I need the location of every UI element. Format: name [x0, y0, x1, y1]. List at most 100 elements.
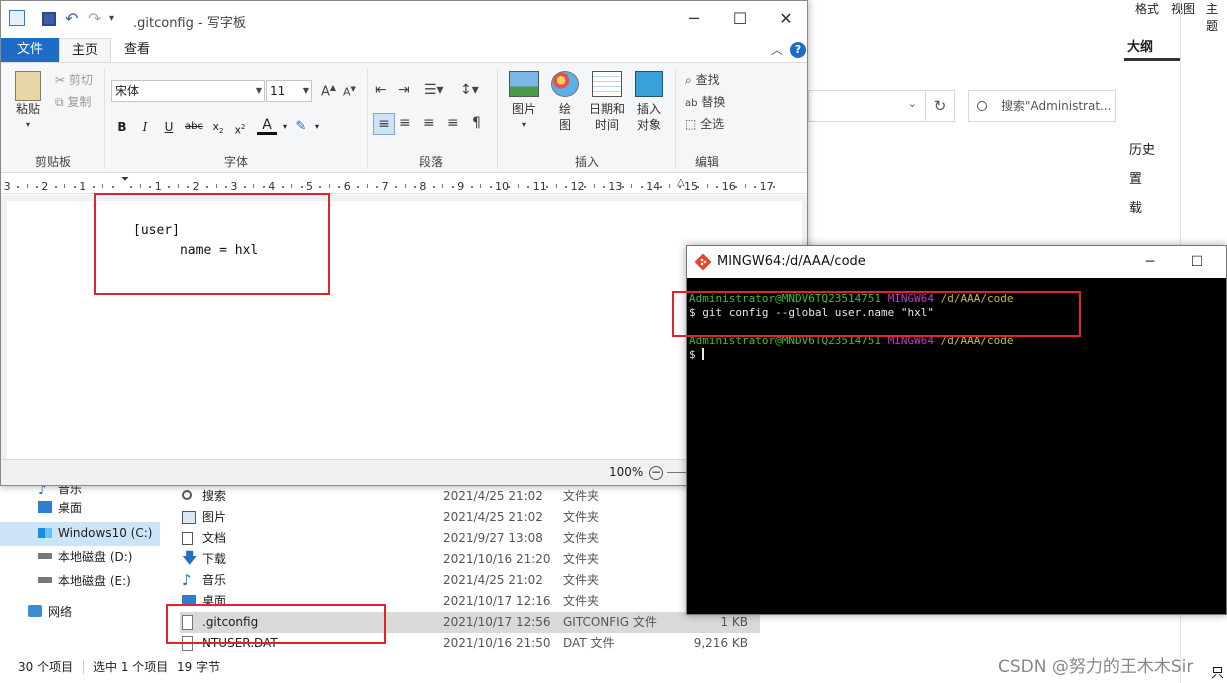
file-row[interactable]: 🡇 下载 2021/10/16 21:20 文件夹 — [180, 549, 760, 570]
line-spacing-icon[interactable]: ↕▾ — [460, 82, 479, 98]
chevron-down-icon[interactable]: ▾ — [307, 117, 327, 137]
ruler-tick — [631, 184, 633, 188]
zoom-out-button[interactable]: − — [649, 466, 663, 480]
ruler-tick — [102, 184, 104, 188]
side-item-settings[interactable]: 置 — [1129, 168, 1142, 187]
side-item-history[interactable]: 历史 — [1129, 139, 1155, 158]
refresh-button[interactable]: ↻ — [925, 90, 955, 122]
object-icon — [635, 71, 663, 97]
list-icon[interactable]: ☰▾ — [424, 82, 444, 98]
wordpad-app-icon[interactable] — [9, 10, 25, 26]
subscript-icon[interactable]: x2 — [208, 117, 228, 137]
ruler-tick — [546, 186, 549, 188]
ruler-number: 1 — [154, 180, 162, 193]
file-name: 下载 — [202, 552, 227, 566]
ruler-tick — [92, 186, 95, 188]
menu-view[interactable]: 视图 — [1171, 0, 1195, 17]
nav-item-drive-c[interactable]: Windows10 (C:) — [38, 522, 152, 544]
superscript-icon[interactable]: x2 — [230, 117, 250, 137]
quick-access-dropdown-icon[interactable]: ▾ — [109, 13, 114, 24]
search-input[interactable]: 搜索"Administrat... — [968, 90, 1116, 122]
bold-icon[interactable]: B — [112, 117, 132, 137]
file-row[interactable]: 文档 2021/9/27 13:08 文件夹 — [180, 528, 760, 549]
refresh-icon: ↻ — [933, 97, 947, 115]
save-icon[interactable] — [42, 12, 56, 26]
insert-picture-button[interactable]: 图片 ▾ — [507, 71, 541, 133]
italic-icon[interactable]: I — [135, 117, 155, 137]
terminal-minimize-button[interactable]: ─ — [1127, 244, 1173, 280]
file-type: 文件夹 — [563, 552, 600, 566]
align-left-icon[interactable]: ≡ — [373, 113, 395, 135]
terminal-maximize-button[interactable]: ☐ — [1174, 244, 1220, 280]
nav-item-desktop[interactable]: 桌面 — [38, 497, 82, 519]
paragraph-settings-icon[interactable]: ¶ — [472, 115, 481, 131]
file-name: 音乐 — [202, 573, 227, 587]
ruler[interactable]: 3 2 1 1 2 3 4 5 6 7 8 9 10 11 12 13 14 15 16 17 ⏷ △ — [1, 174, 807, 194]
address-bar[interactable]: ⌄ — [808, 90, 926, 122]
copy-label: 复制 — [67, 95, 92, 109]
ruler-tick — [224, 186, 227, 188]
ruler-number: 15 — [684, 180, 698, 193]
nav-item-network[interactable]: 网络 — [28, 601, 72, 623]
menu-theme[interactable]: 主题 — [1206, 0, 1227, 34]
nav-item-drive-d[interactable]: 本地磁盘 (D:) — [38, 546, 132, 568]
indent-marker-icon[interactable]: ⏷ — [121, 174, 129, 185]
corner-text: 只 — [1211, 666, 1225, 681]
redo-icon[interactable]: ↷ — [88, 9, 101, 28]
right-indent-marker-icon[interactable]: △ — [677, 177, 685, 188]
side-item-download[interactable]: 载 — [1129, 197, 1142, 216]
ruler-tick — [187, 186, 190, 188]
help-button[interactable]: ? — [790, 42, 806, 58]
replace-button[interactable]: ab 替换 — [685, 93, 725, 110]
select-all-button[interactable]: ⬚ 全选 — [685, 115, 724, 132]
outline-tab[interactable]: 大纲 — [1127, 36, 1153, 55]
tab-home[interactable]: 主页 — [59, 38, 111, 63]
zoom-slider[interactable] — [667, 472, 687, 473]
file-row[interactable]: ♪ 音乐 2021/4/25 21:02 文件夹 — [180, 570, 760, 591]
terminal-title-bar[interactable]: MINGW64:/d/AAA/code ─ ☐ — [687, 246, 1226, 278]
file-row[interactable]: 搜索 2021/4/25 21:02 文件夹 — [180, 486, 760, 507]
status-separator — [83, 660, 84, 674]
paste-button[interactable]: 粘贴 ▾ — [13, 71, 43, 133]
annotation-box-command — [672, 291, 1081, 337]
file-row[interactable]: 图片 2021/4/25 21:02 文件夹 — [180, 507, 760, 528]
insert-datetime-button[interactable]: 日期和 时间 — [587, 71, 627, 133]
copy-button[interactable]: ⧉ 复制 — [55, 93, 91, 110]
align-center-icon[interactable]: ≡ — [399, 115, 411, 131]
align-right-icon[interactable]: ≡ — [423, 115, 435, 131]
font-color-icon[interactable]: A — [257, 117, 277, 135]
maximize-button[interactable]: ☐ — [717, 1, 763, 37]
nav-item-drive-e[interactable]: 本地磁盘 (E:) — [38, 570, 131, 592]
minimize-button[interactable]: ─ — [671, 1, 717, 37]
collapse-ribbon-icon[interactable]: ︿ — [771, 41, 783, 58]
font-family-select[interactable]: 宋体 ▼ — [111, 80, 265, 102]
terminal-input-line[interactable]: $ — [689, 348, 705, 362]
close-button[interactable]: ✕ — [763, 1, 809, 37]
ruler-number: 13 — [608, 180, 623, 193]
tab-file[interactable]: 文件 — [1, 38, 59, 62]
tab-view[interactable]: 查看 — [113, 38, 161, 62]
insert-paint-button[interactable]: 绘 图 — [549, 71, 581, 133]
shrink-font-icon[interactable]: A▼ — [343, 85, 356, 99]
group-label-clipboard: 剪贴板 — [35, 155, 72, 169]
wordpad-title-bar[interactable]: ↶ ↷ ▾ .gitconfig - 写字板 ─ ☐ ✕ — [1, 1, 807, 37]
ruler-number: 1 — [79, 180, 87, 193]
font-size-select[interactable]: 11 ▼ — [266, 80, 312, 102]
ruler-tick — [300, 186, 303, 188]
menu-format[interactable]: 格式 — [1135, 0, 1159, 17]
justify-icon[interactable]: ≡ — [447, 115, 459, 131]
underline-icon[interactable]: U — [159, 117, 179, 137]
find-button[interactable]: ⌕ 查找 — [685, 71, 720, 88]
strikethrough-icon[interactable]: abc — [184, 117, 204, 137]
ribbon: 粘贴 ▾ ✂ 剪切 ⧉ 复制 剪贴板 宋体 ▼ 11 ▼ A▲ A▼ B I U a… — [1, 62, 807, 173]
ruler-number: 3 — [3, 180, 11, 193]
grow-font-icon[interactable]: A▲ — [321, 83, 336, 99]
chevron-down-icon[interactable]: ⌄ — [908, 97, 917, 110]
increase-indent-icon[interactable]: ⇥ — [398, 82, 410, 98]
insert-object-button[interactable]: 插入 对象 — [631, 71, 667, 133]
ruler-tick — [168, 186, 171, 188]
cut-button[interactable]: ✂ 剪切 — [55, 71, 93, 88]
undo-icon[interactable]: ↶ — [65, 9, 78, 28]
decrease-indent-icon[interactable]: ⇤ — [375, 82, 387, 98]
binoculars-icon: ⌕ — [685, 73, 692, 87]
